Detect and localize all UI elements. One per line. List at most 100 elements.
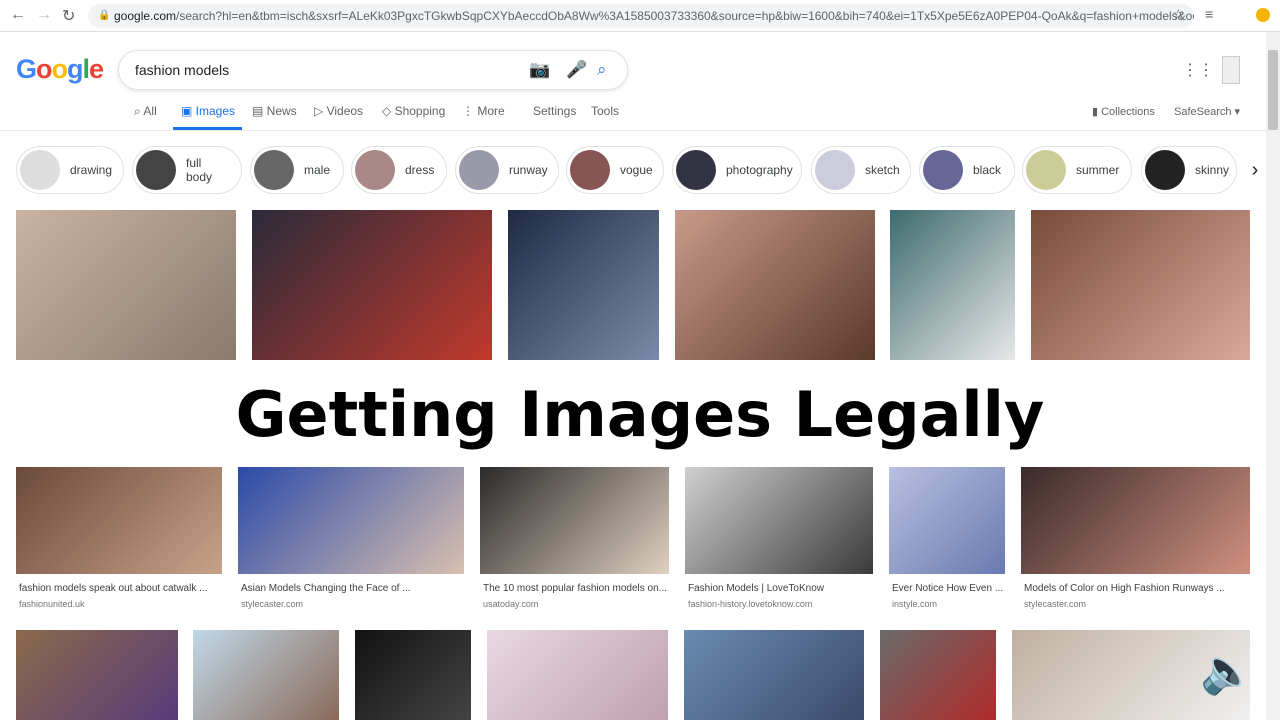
search-query: fashion models xyxy=(135,62,230,78)
chip-photography[interactable]: photography xyxy=(672,146,802,194)
result-source: fashion-history.lovetoknow.com xyxy=(688,599,813,609)
tab-label: Videos xyxy=(326,104,364,118)
image-result[interactable] xyxy=(890,210,1015,360)
chip-thumbnail xyxy=(676,150,716,190)
image-result[interactable] xyxy=(880,630,996,720)
tab-label: More xyxy=(477,104,505,118)
result-source: usatoday.com xyxy=(483,599,539,609)
chip-thumbnail xyxy=(459,150,499,190)
result-caption[interactable]: The 10 most popular fashion models on... xyxy=(483,583,667,594)
tab-label: Images xyxy=(195,104,236,118)
tab-news[interactable]: ▤ News xyxy=(252,104,297,118)
chip-label: runway xyxy=(509,163,548,177)
camera-icon[interactable]: 📷 xyxy=(529,60,550,80)
forward-icon[interactable]: → xyxy=(36,6,52,24)
chip-runway[interactable]: runway xyxy=(455,146,559,194)
image-result[interactable] xyxy=(487,630,668,720)
chip-label: sketch xyxy=(865,163,900,177)
tab-label: All xyxy=(143,104,157,118)
chip-label: vogue xyxy=(620,163,653,177)
chip-label: summer xyxy=(1076,163,1120,177)
profile-icon[interactable] xyxy=(1256,8,1270,22)
result-source: stylecaster.com xyxy=(241,599,304,609)
apps-grid-icon[interactable]: ⋮⋮ xyxy=(1182,60,1214,80)
chip-thumbnail xyxy=(923,150,963,190)
collections-link[interactable]: ▮ Collections xyxy=(1092,105,1155,118)
back-icon[interactable]: ← xyxy=(10,6,26,24)
chip-full-body[interactable]: full body xyxy=(132,146,242,194)
chip-thumbnail xyxy=(815,150,855,190)
chip-black[interactable]: black xyxy=(919,146,1015,194)
chip-thumbnail xyxy=(20,150,60,190)
result-source: stylecaster.com xyxy=(1024,599,1087,609)
image-result[interactable] xyxy=(16,210,236,360)
chip-vogue[interactable]: vogue xyxy=(566,146,664,194)
image-result[interactable] xyxy=(684,630,864,720)
chip-thumbnail xyxy=(355,150,395,190)
image-result[interactable] xyxy=(1021,467,1250,574)
chip-label: black xyxy=(973,163,1002,177)
chip-thumbnail xyxy=(1026,150,1066,190)
tab-settings[interactable]: Settings xyxy=(533,104,576,118)
search-icon[interactable]: ⌕ xyxy=(597,60,607,80)
image-result[interactable] xyxy=(238,467,464,574)
tab-label: News xyxy=(266,104,297,118)
reading-list-icon[interactable]: ≡ xyxy=(1205,6,1213,22)
result-caption[interactable]: Ever Notice How Even ... xyxy=(892,583,1003,594)
image-result[interactable] xyxy=(193,630,339,720)
tab-shopping[interactable]: ◇ Shopping xyxy=(382,104,445,118)
bookmark-star-icon[interactable]: ☆ xyxy=(1172,6,1185,23)
image-result[interactable] xyxy=(1031,210,1250,360)
chip-dress[interactable]: dress xyxy=(351,146,447,194)
overlay-title: Getting Images Legally xyxy=(235,378,1045,451)
result-caption[interactable]: Fashion Models | LoveToKnow xyxy=(688,583,824,594)
search-input[interactable]: fashion models xyxy=(118,50,628,90)
chip-thumbnail xyxy=(254,150,294,190)
chip-drawing[interactable]: drawing xyxy=(16,146,124,194)
chip-male[interactable]: male xyxy=(250,146,344,194)
result-caption[interactable]: Models of Color on High Fashion Runways … xyxy=(1024,583,1225,594)
speaker-icon[interactable]: 🔈 xyxy=(1200,645,1255,697)
google-logo[interactable]: Google xyxy=(16,54,104,85)
image-result[interactable] xyxy=(508,210,659,360)
result-caption[interactable]: Asian Models Changing the Face of ... xyxy=(241,583,411,594)
chip-summer[interactable]: summer xyxy=(1022,146,1132,194)
header-divider xyxy=(0,130,1266,131)
microphone-icon[interactable]: 🎤 xyxy=(566,60,587,80)
tab-images[interactable]: ▣ Images xyxy=(181,104,235,118)
tab-videos[interactable]: ▷ Videos xyxy=(314,104,363,118)
chip-thumbnail xyxy=(570,150,610,190)
image-result[interactable] xyxy=(480,467,669,574)
chip-label: dress xyxy=(405,163,435,177)
reload-icon[interactable]: ↻ xyxy=(62,6,75,26)
image-result[interactable] xyxy=(16,630,178,720)
safesearch-toggle[interactable]: SafeSearch ▾ xyxy=(1174,105,1240,118)
tab-label: Shopping xyxy=(394,104,446,118)
chip-label: male xyxy=(304,163,331,177)
image-result[interactable] xyxy=(675,210,875,360)
tab-more[interactable]: ⋮ More xyxy=(462,104,505,118)
scrollbar[interactable] xyxy=(1266,32,1280,720)
avatar[interactable] xyxy=(1222,56,1240,84)
chip-label: skinny xyxy=(1195,163,1230,177)
image-result[interactable] xyxy=(889,467,1005,574)
browser-toolbar: ← → ↻ 🔒 google.com/search?hl=en&tbm=isch&… xyxy=(0,0,1280,32)
result-caption[interactable]: fashion models speak out about catwalk .… xyxy=(19,583,207,594)
result-source: fashionunited.uk xyxy=(19,599,85,609)
url-host: google.com xyxy=(114,9,177,23)
chip-sketch[interactable]: sketch xyxy=(811,146,911,194)
scrollbar-thumb[interactable] xyxy=(1268,50,1278,130)
image-result[interactable] xyxy=(355,630,471,720)
result-source: instyle.com xyxy=(892,599,938,609)
lock-icon: 🔒 xyxy=(98,10,111,21)
image-result[interactable] xyxy=(16,467,222,574)
image-result[interactable] xyxy=(685,467,873,574)
chip-thumbnail xyxy=(1145,150,1185,190)
tab-tools[interactable]: Tools xyxy=(591,104,619,118)
tab-all[interactable]: ⌕ All xyxy=(134,104,157,119)
address-bar[interactable]: 🔒 google.com/search?hl=en&tbm=isch&sxsrf=… xyxy=(88,4,1194,28)
image-result[interactable] xyxy=(252,210,492,360)
url-path: /search?hl=en&tbm=isch&sxsrf=ALeKk03Pgxc… xyxy=(176,9,1194,23)
chip-skinny[interactable]: skinny xyxy=(1141,146,1237,194)
chip-label: full body xyxy=(186,156,213,184)
